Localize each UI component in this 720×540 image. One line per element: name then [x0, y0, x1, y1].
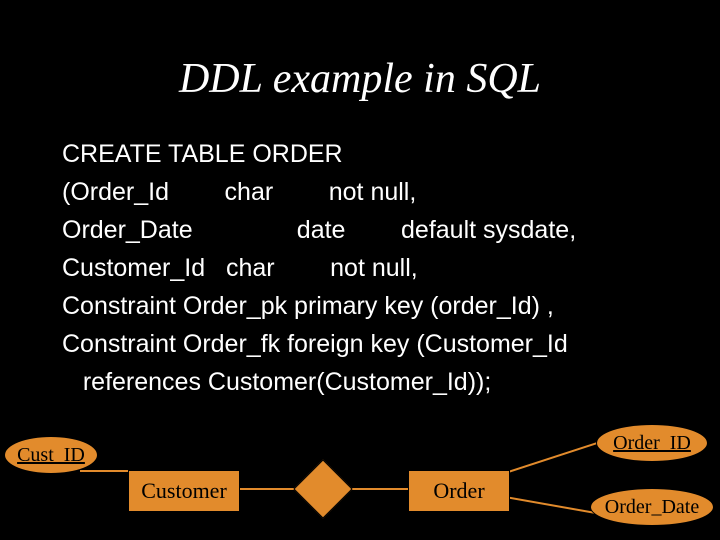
entity-customer: Customer	[128, 470, 240, 512]
attribute-cust-id-label: Cust_ID	[17, 444, 85, 467]
entity-order: Order	[408, 470, 510, 512]
entity-order-label: Order	[433, 478, 484, 504]
connector-customer-diamond	[236, 488, 300, 490]
connector-order-orderid	[505, 441, 601, 474]
slide: DDL example in SQL CREATE TABLE ORDER (O…	[0, 0, 720, 540]
attribute-order-id: Order_ID	[596, 424, 708, 462]
relationship-diamond	[293, 459, 352, 518]
attribute-order-date: Order_Date	[590, 488, 714, 526]
attribute-cust-id: Cust_ID	[4, 436, 98, 474]
slide-title: DDL example in SQL	[0, 55, 720, 103]
er-diagram: Cust_ID Customer Order Order_ID Order_Da…	[0, 430, 720, 540]
sql-code-block: CREATE TABLE ORDER (Order_Id char not nu…	[62, 135, 672, 401]
entity-customer-label: Customer	[141, 478, 227, 504]
connector-diamond-order	[346, 488, 410, 490]
attribute-order-id-label: Order_ID	[613, 432, 691, 455]
attribute-order-date-label: Order_Date	[605, 496, 699, 519]
